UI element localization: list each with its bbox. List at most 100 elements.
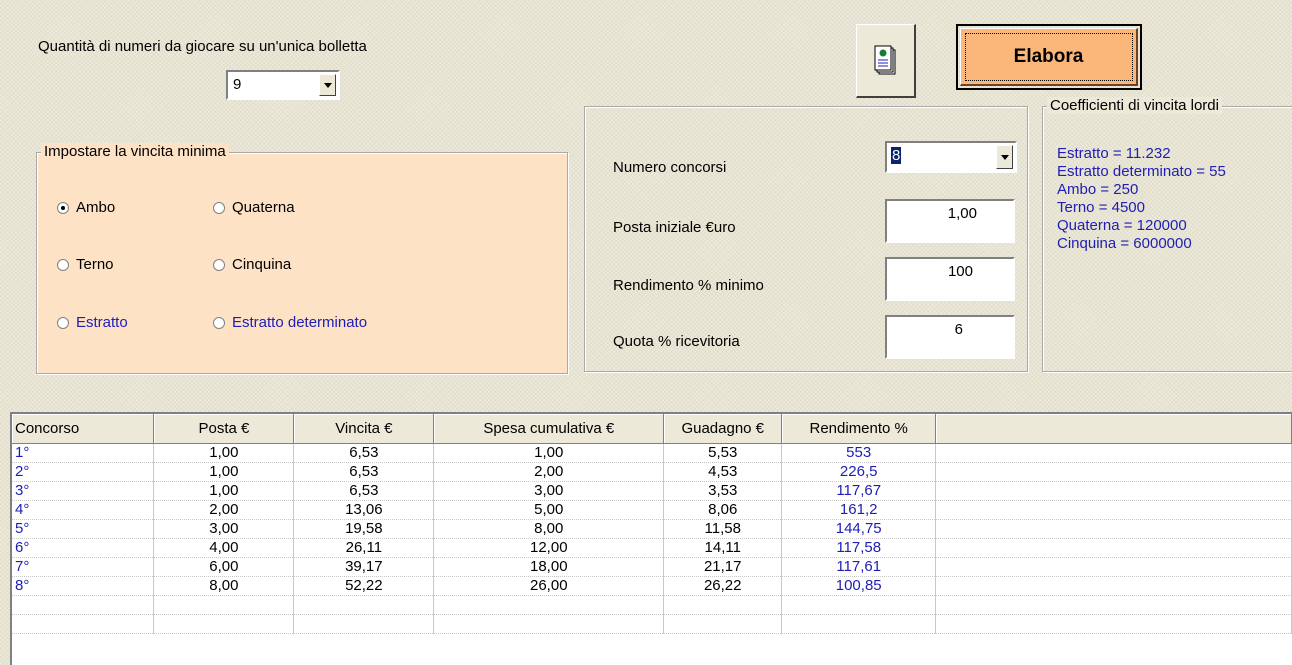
table-cell-empty <box>153 595 295 615</box>
vincita-minima-legend: Impostare la vincita minima <box>41 143 229 160</box>
table-row[interactable]: 5° 3,00 19,58 8,00 11,58 144,75 <box>12 519 1292 539</box>
coefficienti-list: Estratto = 11.232 Estratto determinato =… <box>1057 145 1226 253</box>
table-cell: 144,75 <box>781 519 937 539</box>
table-cell-empty <box>12 614 155 634</box>
report-button[interactable] <box>856 24 916 98</box>
table-row[interactable]: 7° 6,00 39,17 18,00 21,17 117,61 <box>12 557 1292 577</box>
elabora-button[interactable]: Elabora <box>956 24 1142 90</box>
header-posta[interactable]: Posta € <box>153 414 295 444</box>
table-cell: 6° <box>12 538 155 558</box>
table-cell: 117,61 <box>781 557 937 577</box>
radio-cinquina[interactable]: Cinquina <box>213 256 291 273</box>
coefficiente-cinquina: Cinquina = 6000000 <box>1057 235 1192 252</box>
table-cell-empty <box>935 576 1292 596</box>
coefficiente-ambo: Ambo = 250 <box>1057 181 1139 198</box>
table-cell: 6,53 <box>293 443 435 463</box>
table-cell-empty <box>433 614 665 634</box>
numero-concorsi-select[interactable]: 8 <box>885 141 1017 173</box>
table-cell: 2,00 <box>433 462 665 482</box>
header-empty <box>935 414 1292 444</box>
radio-checked-icon <box>57 201 69 214</box>
parameters-panel: Numero concorsi 8 Posta iniziale €uro 1,… <box>584 106 1028 372</box>
coefficiente-quaterna: Quaterna = 120000 <box>1057 217 1187 234</box>
posta-input[interactable]: 1,00 <box>885 199 1015 243</box>
table-cell: 13,06 <box>293 500 435 520</box>
table-cell: 8,06 <box>663 500 783 520</box>
chevron-down-icon[interactable] <box>319 74 336 96</box>
table-cell: 100,85 <box>781 576 937 596</box>
table-cell-empty <box>935 500 1292 520</box>
table-cell: 3,53 <box>663 481 783 501</box>
table-cell-empty <box>935 614 1292 634</box>
radio-unchecked-icon <box>213 201 225 214</box>
document-print-icon <box>874 45 895 74</box>
table-row[interactable]: 6° 4,00 26,11 12,00 14,11 117,58 <box>12 538 1292 558</box>
table-cell-empty <box>935 538 1292 558</box>
table-cell-empty <box>935 443 1292 463</box>
header-vincita[interactable]: Vincita € <box>293 414 435 444</box>
table-cell: 4,53 <box>663 462 783 482</box>
table-row[interactable]: 1° 1,00 6,53 1,00 5,53 553 <box>12 443 1292 463</box>
table-cell: 39,17 <box>293 557 435 577</box>
table-cell-empty <box>935 557 1292 577</box>
table-cell: 5° <box>12 519 155 539</box>
coefficienti-legend: Coefficienti di vincita lordi <box>1047 97 1222 114</box>
quota-input[interactable]: 6 <box>885 315 1015 359</box>
header-spesa-cumulativa[interactable]: Spesa cumulativa € <box>433 414 665 444</box>
table-row[interactable]: 4° 2,00 13,06 5,00 8,06 161,2 <box>12 500 1292 520</box>
posta-value: 1,00 <box>947 205 977 222</box>
chevron-down-icon[interactable] <box>996 145 1013 169</box>
table-cell: 26,00 <box>433 576 665 596</box>
table-cell: 1° <box>12 443 155 463</box>
table-row-empty <box>12 614 1292 634</box>
table-cell: 5,00 <box>433 500 665 520</box>
table-cell: 161,2 <box>781 500 937 520</box>
quota-label: Quota % ricevitoria <box>613 333 740 350</box>
table-cell: 117,67 <box>781 481 937 501</box>
rendimento-input[interactable]: 100 <box>885 257 1015 301</box>
radio-estratto-determinato[interactable]: Estratto determinato <box>213 314 367 331</box>
table-cell: 8,00 <box>153 576 295 596</box>
radio-ambo[interactable]: Ambo <box>57 199 115 216</box>
results-grid[interactable]: Concorso Posta € Vincita € Spesa cumulat… <box>10 412 1292 665</box>
table-row[interactable]: 8° 8,00 52,22 26,00 26,22 100,85 <box>12 576 1292 596</box>
table-cell: 8° <box>12 576 155 596</box>
table-cell-empty <box>293 614 435 634</box>
table-cell: 6,53 <box>293 481 435 501</box>
rendimento-value: 100 <box>947 263 973 280</box>
radio-terno[interactable]: Terno <box>57 256 114 273</box>
table-cell-empty <box>293 595 435 615</box>
table-cell-empty <box>935 519 1292 539</box>
radio-estratto-label: Estratto <box>76 314 128 331</box>
table-cell-empty <box>781 614 937 634</box>
table-row-empty <box>12 595 1292 615</box>
header-concorso[interactable]: Concorso <box>12 414 155 444</box>
quantity-select[interactable]: 9 <box>226 70 340 100</box>
table-cell-empty <box>12 595 155 615</box>
table-cell: 12,00 <box>433 538 665 558</box>
header-guadagno[interactable]: Guadagno € <box>663 414 783 444</box>
table-cell-empty <box>935 481 1292 501</box>
coefficiente-estratto-determinato: Estratto determinato = 55 <box>1057 163 1226 180</box>
quantity-value: 9 <box>233 76 242 93</box>
table-row[interactable]: 2° 1,00 6,53 2,00 4,53 226,5 <box>12 462 1292 482</box>
table-cell: 6,00 <box>153 557 295 577</box>
table-cell: 1,00 <box>153 462 295 482</box>
radio-estratto[interactable]: Estratto <box>57 314 128 331</box>
radio-terno-label: Terno <box>76 256 114 273</box>
table-row[interactable]: 3° 1,00 6,53 3,00 3,53 117,67 <box>12 481 1292 501</box>
table-cell: 11,58 <box>663 519 783 539</box>
vincita-minima-group: Impostare la vincita minima Ambo Quatern… <box>36 143 568 374</box>
radio-unchecked-icon <box>213 258 225 271</box>
radio-quaterna[interactable]: Quaterna <box>213 199 295 216</box>
radio-cinquina-label: Cinquina <box>232 256 292 273</box>
header-rendimento[interactable]: Rendimento % <box>781 414 937 444</box>
elabora-label: Elabora <box>1013 45 1084 67</box>
table-cell: 226,5 <box>781 462 937 482</box>
table-cell: 3° <box>12 481 155 501</box>
table-cell: 2° <box>12 462 155 482</box>
radio-unchecked-icon <box>57 258 69 271</box>
table-header-row: Concorso Posta € Vincita € Spesa cumulat… <box>12 414 1292 444</box>
table-cell: 18,00 <box>433 557 665 577</box>
table-cell: 3,00 <box>433 481 665 501</box>
